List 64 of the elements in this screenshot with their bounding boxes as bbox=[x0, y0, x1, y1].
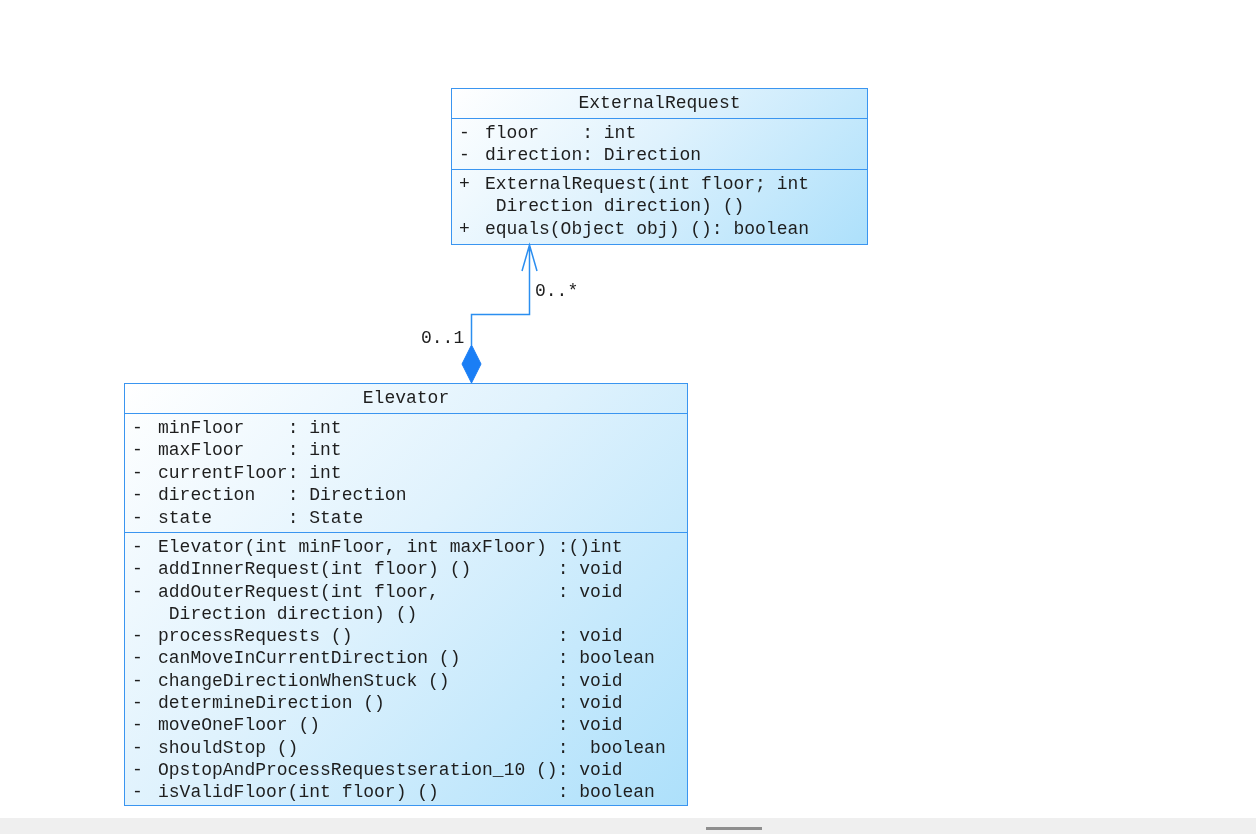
member-type: : void bbox=[557, 558, 623, 581]
visibility-mark: - bbox=[132, 461, 144, 485]
visibility-mark: - bbox=[132, 484, 144, 507]
visibility-mark: - bbox=[132, 417, 144, 440]
visibility-mark: + bbox=[459, 173, 471, 196]
visibility-mark: - bbox=[132, 714, 144, 737]
member-name: ExternalRequest(int floor; int Direction direction) () bbox=[485, 173, 810, 218]
member-type: : Direction bbox=[582, 144, 702, 167]
member-name: direction bbox=[158, 484, 256, 507]
member-type: : void bbox=[557, 714, 623, 737]
member-name: floor bbox=[485, 122, 539, 145]
visibility-mark: - bbox=[132, 536, 144, 559]
member-type: : void bbox=[557, 758, 623, 782]
member-type: : int bbox=[582, 122, 637, 145]
visibility-mark: - bbox=[132, 781, 144, 804]
member-type: : int bbox=[287, 417, 342, 440]
member-name: moveOneFloor () bbox=[158, 714, 321, 737]
member-type: : boolean bbox=[557, 781, 655, 804]
member-name: canMoveInCurrentDirection () bbox=[158, 647, 461, 670]
scrollbar-thumb[interactable] bbox=[706, 827, 762, 830]
member-name: changeDirectionWhenStuck () bbox=[158, 669, 450, 693]
visibility-mark: - bbox=[132, 625, 144, 648]
member-type: : boolean bbox=[557, 647, 655, 670]
member-type: : boolean bbox=[557, 736, 666, 759]
class-name: Elevator bbox=[125, 384, 687, 414]
member-type: : void bbox=[557, 692, 623, 715]
visibility-mark: - bbox=[132, 580, 144, 604]
member-type: : void bbox=[557, 625, 623, 648]
visibility-mark: - bbox=[132, 736, 144, 759]
member-name: addInnerRequest(int floor) () bbox=[158, 558, 472, 581]
member-name: shouldStop () bbox=[158, 736, 299, 759]
visibility-mark: - bbox=[459, 144, 471, 167]
visibility-mark: - bbox=[132, 758, 144, 782]
visibility-mark: - bbox=[459, 122, 471, 145]
member-type: : int bbox=[287, 461, 342, 485]
member-name: isValidFloor(int floor) () bbox=[158, 781, 439, 804]
member-name: state bbox=[158, 506, 212, 529]
member-name: determineDirection () bbox=[158, 692, 385, 715]
visibility-mark: - bbox=[132, 506, 144, 529]
member-name: maxFloor bbox=[158, 439, 245, 462]
member-name: addOuterRequest(int floor, Direction direction) () bbox=[158, 580, 439, 626]
member-name: OpstopAndProcessRequestseration_10 () bbox=[158, 758, 558, 782]
visibility-mark: - bbox=[132, 669, 144, 693]
member-type: : State bbox=[287, 506, 364, 529]
visibility-mark: - bbox=[132, 439, 144, 462]
class-name: ExternalRequest bbox=[452, 89, 867, 119]
multiplicity-label: 0..1 bbox=[421, 327, 465, 349]
member-type: : void bbox=[557, 669, 623, 693]
visibility-mark: + bbox=[459, 217, 471, 240]
member-type: :()int bbox=[557, 536, 623, 559]
member-name: minFloor bbox=[158, 417, 245, 440]
member-name: Elevator(int minFloor, int maxFloor) bbox=[158, 536, 547, 559]
member-name: currentFloor bbox=[158, 461, 288, 485]
multiplicity-label: 0..* bbox=[535, 280, 579, 302]
member-name: direction bbox=[485, 144, 583, 167]
member-type: : int bbox=[287, 439, 342, 462]
member-type: : boolean bbox=[711, 217, 810, 240]
visibility-mark: - bbox=[132, 647, 144, 670]
member-name: equals(Object obj) () bbox=[485, 217, 712, 240]
member-name: processRequests () bbox=[158, 625, 353, 648]
member-type: : Direction bbox=[287, 484, 407, 507]
member-type: : void bbox=[557, 580, 623, 604]
visibility-mark: - bbox=[132, 558, 144, 581]
visibility-mark: - bbox=[132, 692, 144, 715]
